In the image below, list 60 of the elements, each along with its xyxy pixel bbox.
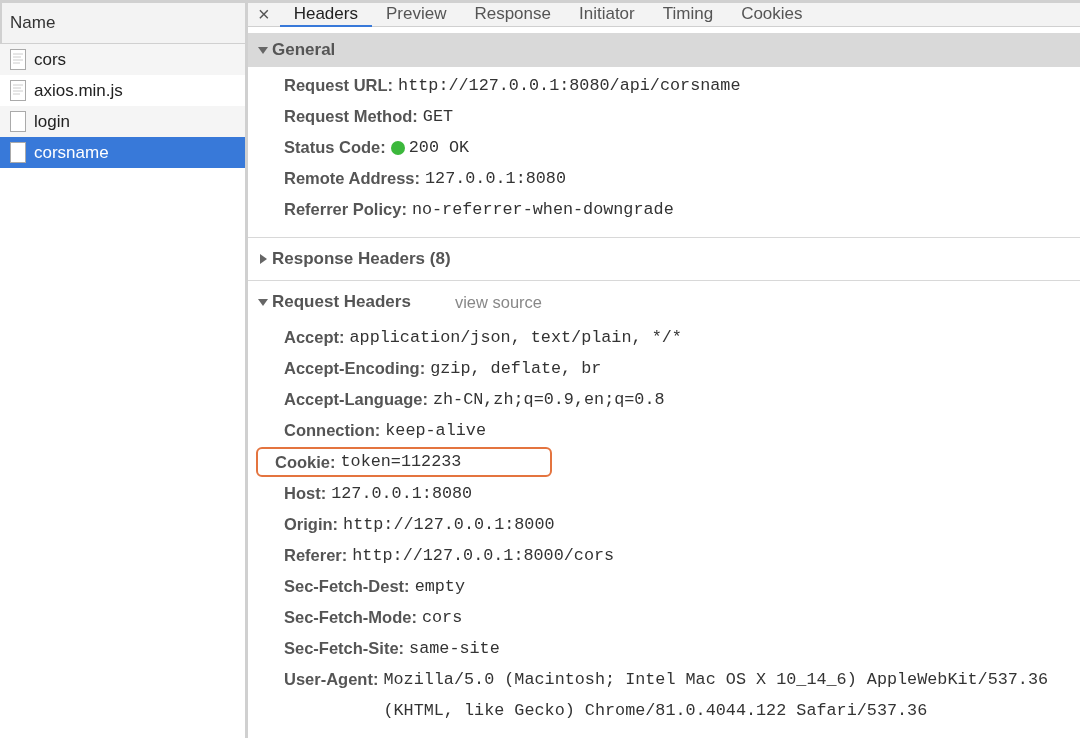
file-icon [10, 142, 26, 163]
section-header[interactable]: Response Headers (8) [248, 242, 1080, 276]
tab[interactable]: Headers [279, 3, 372, 27]
header-value: GET [422, 106, 454, 128]
header-name: Request URL: [284, 75, 394, 96]
tab[interactable]: Preview [371, 3, 461, 27]
header-name: Remote Address: [284, 168, 420, 189]
header-name: Connection: [284, 420, 381, 441]
section-title: Response Headers (8) [272, 249, 451, 269]
section-header[interactable]: Request Headers view source [248, 285, 1080, 319]
section-header[interactable]: General [248, 33, 1080, 67]
collapse-triangle-icon [258, 254, 268, 264]
header-value: http://127.0.0.1:8000 [343, 514, 555, 536]
file-icon [10, 49, 26, 70]
header-value: same-site [409, 638, 500, 660]
section-title: Request Headers [272, 292, 411, 312]
header-value: 127.0.0.1:8080 [331, 483, 473, 505]
header-value: token=112233 [340, 451, 462, 473]
request-item[interactable]: axios.min.js [0, 75, 245, 106]
header-value: application/json, text/plain, */* [349, 327, 682, 349]
header-name: Sec-Fetch-Dest: [284, 576, 410, 597]
header-name: Accept: [284, 327, 345, 348]
column-header[interactable]: Name [0, 3, 245, 44]
header-value: empty [414, 576, 465, 598]
file-icon [10, 80, 26, 101]
header-name: Request Method: [284, 106, 418, 127]
header-value: zh-CN,zh;q=0.9,en;q=0.8 [432, 389, 665, 411]
header-name: Referrer Policy: [284, 199, 407, 220]
expand-triangle-icon [258, 297, 268, 307]
header-name: Cookie: [275, 452, 336, 473]
header-name: User-Agent: [284, 669, 379, 690]
expand-triangle-icon [258, 45, 268, 55]
request-item[interactable]: cors [0, 44, 245, 75]
header-value: 127.0.0.1:8080 [425, 168, 566, 190]
tab[interactable]: Cookies [727, 3, 817, 27]
header-name: Sec-Fetch-Site: [284, 638, 405, 659]
section-title: General [272, 40, 336, 60]
header-value: http://127.0.0.1:8080/api/corsname [398, 75, 741, 97]
close-button[interactable]: × [258, 3, 280, 26]
header-value: Mozilla/5.0 (Macintosh; Intel Mac OS X 10_14_6) AppleWebKit/537.36 (KHTML, like Gecko) Chrome/81.0.4044.122 Safari/537.36 [383, 669, 1050, 722]
header-name: Host: [284, 483, 327, 504]
header-value: cors [421, 607, 463, 629]
header-name: Status Code: [284, 137, 386, 158]
header-name: Accept-Language: [284, 389, 428, 410]
header-name: Sec-Fetch-Mode: [284, 607, 417, 628]
header-value: 200 OK [408, 137, 470, 159]
header-value: http://127.0.0.1:8000/cors [352, 545, 615, 567]
header-name: Origin: [284, 514, 339, 535]
request-item[interactable]: corsname [0, 137, 245, 168]
header-value: no-referrer-when-downgrade [411, 199, 674, 221]
tab[interactable]: Response [460, 3, 565, 27]
header-value: gzip, deflate, br [430, 358, 602, 380]
header-name: Referer: [284, 545, 348, 566]
tab[interactable]: Initiator [565, 3, 649, 27]
header-name: Accept-Encoding: [284, 358, 426, 379]
file-icon [10, 111, 26, 132]
tab[interactable]: Timing [648, 3, 728, 27]
request-item[interactable]: login [0, 106, 245, 137]
view-source-link[interactable]: view source [454, 292, 542, 312]
header-value: keep-alive [385, 420, 486, 442]
